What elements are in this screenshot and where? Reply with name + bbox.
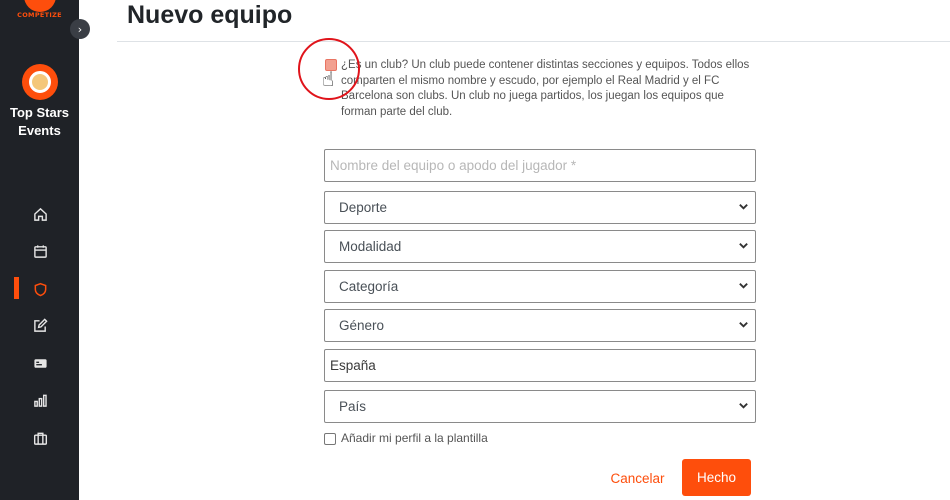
team-name-input[interactable]: Nombre del equipo o apodo del jugador * xyxy=(324,149,756,182)
shield-icon xyxy=(34,282,46,296)
cancel-button[interactable]: Cancelar xyxy=(605,468,670,490)
chevron-down-icon xyxy=(739,322,748,328)
country-select-value: País xyxy=(339,399,367,414)
team-name-placeholder: Nombre del equipo o apodo del jugador * xyxy=(330,158,577,173)
chevron-right-icon: › xyxy=(77,22,83,36)
nav-stats[interactable] xyxy=(28,388,52,412)
hand-cursor-icon: ☝ xyxy=(322,67,335,91)
collapse-sidebar-button[interactable]: › xyxy=(70,19,90,39)
gender-select[interactable]: Género xyxy=(324,309,756,342)
event-name: Top Stars Events xyxy=(10,105,69,138)
modality-select[interactable]: Modalidad xyxy=(324,230,756,263)
add-profile-checkbox[interactable] xyxy=(324,433,336,445)
region-input[interactable]: España xyxy=(324,349,756,382)
nav-edit[interactable] xyxy=(28,313,52,337)
medal-icon xyxy=(29,71,51,93)
home-icon xyxy=(33,207,47,221)
country-select[interactable]: País xyxy=(324,390,756,423)
title-divider xyxy=(117,41,950,42)
sport-select-value: Deporte xyxy=(339,200,388,215)
chevron-down-icon xyxy=(739,403,748,409)
region-input-value: España xyxy=(330,358,376,373)
sport-select[interactable]: Deporte xyxy=(324,191,756,224)
category-select[interactable]: Categoría xyxy=(324,270,756,303)
briefcase-icon xyxy=(33,432,47,445)
nav-home[interactable] xyxy=(28,202,52,226)
chevron-down-icon xyxy=(739,204,748,210)
event-logo[interactable] xyxy=(22,64,58,100)
sidebar: COMPETIZE Top Stars Events xyxy=(0,0,79,500)
gender-select-value: Género xyxy=(339,318,385,333)
nav-registrations[interactable] xyxy=(28,351,52,375)
page-title: Nuevo equipo xyxy=(127,1,293,29)
id-card-icon xyxy=(33,358,47,368)
chevron-down-icon xyxy=(739,283,748,289)
category-select-value: Categoría xyxy=(339,279,399,294)
is-club-description: ¿Es un club? Un club puede contener dist… xyxy=(341,59,750,118)
done-button[interactable]: Hecho xyxy=(682,459,751,496)
chevron-down-icon xyxy=(739,243,748,249)
nav-tools[interactable] xyxy=(28,426,52,450)
competize-logo[interactable]: COMPETIZE xyxy=(0,0,79,22)
nav-calendar[interactable] xyxy=(28,239,52,263)
add-profile-label: Añadir mi perfil a la plantilla xyxy=(341,431,488,445)
bar-chart-icon xyxy=(33,394,47,407)
modality-select-value: Modalidad xyxy=(339,239,402,254)
active-indicator xyxy=(14,277,19,299)
nav-teams[interactable] xyxy=(28,277,52,301)
calendar-icon xyxy=(33,244,47,258)
edit-icon xyxy=(33,317,48,332)
logo-text: COMPETIZE xyxy=(17,11,62,19)
